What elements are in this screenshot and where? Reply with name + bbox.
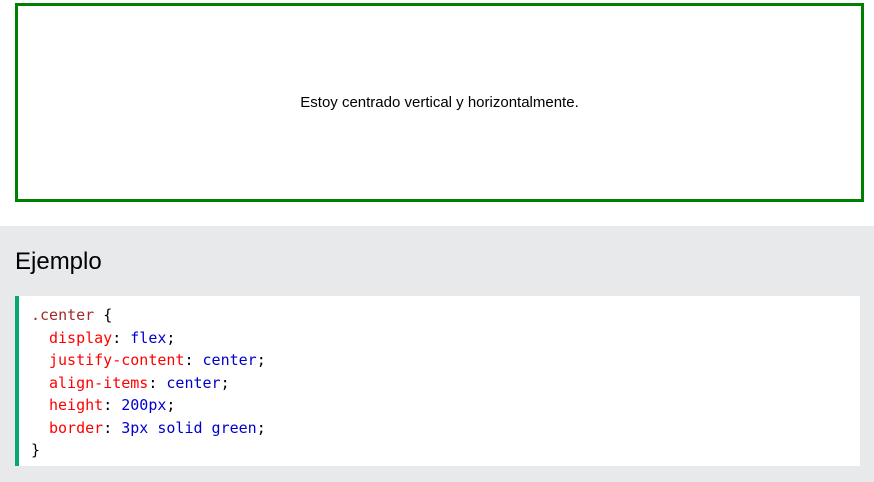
- code-line-close: }: [31, 439, 860, 462]
- css-property: height: [49, 396, 104, 414]
- centered-text: Estoy centrado vertical y horizontalment…: [300, 94, 579, 111]
- example-panel: Ejemplo .center { display: flex; justify…: [0, 226, 874, 482]
- css-value: flex: [130, 328, 167, 347]
- css-value: center: [166, 373, 221, 392]
- code-line-declaration: height: 200px;: [49, 396, 176, 414]
- css-property: justify-content: [49, 351, 185, 369]
- css-value: center: [202, 351, 257, 369]
- code-line-declaration: display: flex;: [49, 328, 176, 347]
- css-value: 3px solid green: [121, 418, 257, 437]
- css-property: align-items: [49, 373, 149, 392]
- centered-box: Estoy centrado vertical y horizontalment…: [15, 3, 864, 202]
- code-line-declaration: justify-content: center;: [49, 351, 266, 369]
- code-line-selector: .center {: [31, 304, 860, 327]
- code-block: .center { display: flex; justify-content…: [15, 296, 860, 466]
- close-brace: }: [31, 441, 41, 459]
- demo-area: Estoy centrado vertical y horizontalment…: [0, 0, 874, 226]
- css-selector: .center: [31, 306, 95, 324]
- open-brace: {: [103, 306, 113, 324]
- css-value: 200px: [121, 396, 167, 414]
- code-line-declaration: border: 3px solid green;: [49, 418, 266, 437]
- css-property: display: [49, 328, 113, 347]
- code-line-declaration: align-items: center;: [49, 373, 230, 392]
- css-property: border: [49, 418, 104, 437]
- example-heading: Ejemplo: [15, 248, 102, 275]
